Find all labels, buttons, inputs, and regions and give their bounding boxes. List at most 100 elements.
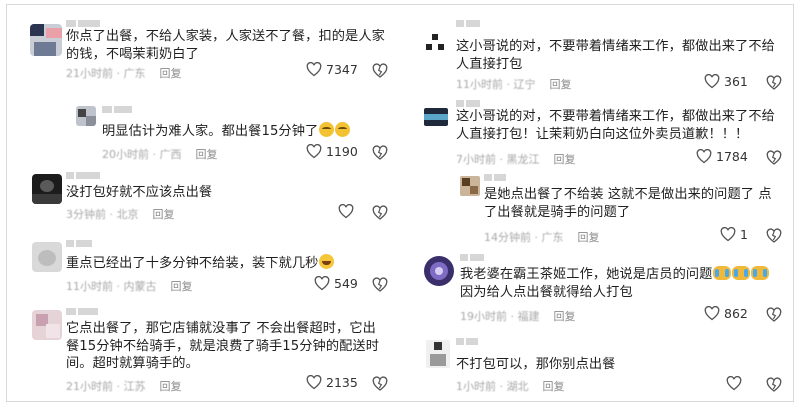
comment-item: 你点了出餐，不给人家装，人家送不了餐，扣的是人家 的钱，不喝茉莉奶白了 21小时前… [8, 18, 398, 98]
comment-text: 你点了出餐，不给人家装，人家送不了餐，扣的是人家 的钱，不喝茉莉奶白了 [66, 29, 385, 62]
like-button[interactable]: 1784 [696, 149, 748, 164]
comment-text: 这小哥说的对，不要带着情绪来工作，都做出来了不给 人直接打包！让茉莉奶白向这位外卖… [456, 109, 775, 142]
comment-time-location: 11小时前 · 内蒙古 [66, 280, 157, 293]
comment-text: 是她点出餐了不给装 这就不是做出来的问题了 点了出餐就是骑手的问题了 [484, 187, 772, 220]
avatar[interactable] [424, 256, 454, 286]
avatar[interactable] [32, 310, 62, 340]
heart-outline-icon [720, 227, 736, 242]
heart-outline-icon [338, 204, 354, 219]
crying-emoji-icon [751, 266, 770, 280]
username-redacted[interactable] [66, 20, 100, 28]
broken-heart-outline-icon[interactable] [766, 307, 782, 323]
comment-text: 重点已经出了十多分钟不给装，装下就几秒 [66, 254, 386, 273]
like-count: 1190 [326, 144, 358, 159]
reply-button[interactable]: 回复 [153, 206, 175, 222]
sweat-emoji-icon [319, 122, 335, 137]
like-count: 1784 [716, 149, 748, 164]
comment-text: 明显估计为难人家。都出餐15分钟了 [102, 122, 392, 141]
heart-outline-icon [314, 276, 330, 291]
avatar[interactable] [426, 340, 450, 368]
comment-time-location: 3分钟前 · 北京 [66, 208, 139, 221]
username-redacted[interactable] [66, 240, 92, 248]
heart-outline-icon [306, 375, 322, 390]
heart-outline-icon [704, 74, 720, 89]
reply-button[interactable]: 回复 [578, 229, 600, 245]
heart-outline-icon [306, 62, 322, 77]
broken-heart-outline-icon[interactable] [372, 205, 388, 221]
like-count: 1 [740, 227, 748, 242]
comment-item: 不打包可以，那你别点出餐 1小时前 · 湖北 回复 [404, 336, 794, 396]
reply-comment-item: 是她点出餐了不给装 这就不是做出来的问题了 点了出餐就是骑手的问题了 14分钟前… [404, 172, 794, 246]
username-redacted[interactable] [66, 172, 100, 180]
avatar[interactable] [460, 176, 480, 196]
avatar[interactable] [76, 106, 96, 126]
like-button[interactable]: 862 [704, 306, 748, 321]
reply-button[interactable]: 回复 [554, 151, 576, 167]
like-count: 2135 [326, 375, 358, 390]
crying-emoji-icon [713, 266, 732, 280]
username-redacted[interactable] [456, 20, 480, 28]
comment-item: 没打包好就不应该点出餐 3分钟前 · 北京 回复 [8, 170, 398, 226]
like-count: 549 [334, 276, 358, 291]
heart-outline-icon [696, 149, 712, 164]
comment-time-location: 21小时前 · 江苏 [66, 380, 146, 393]
comment-item: 这小哥说的对，不要带着情绪来工作，都做出来了不给 人直接打包！让茉莉奶白向这位外卖… [404, 100, 794, 170]
broken-heart-outline-icon[interactable] [766, 228, 782, 244]
avatar[interactable] [32, 242, 62, 272]
broken-heart-outline-icon[interactable] [372, 277, 388, 293]
avatar[interactable] [32, 174, 62, 204]
comment-time-location: 1小时前 · 湖北 [456, 380, 529, 393]
reply-button[interactable]: 回复 [543, 378, 565, 394]
avatar[interactable] [424, 32, 446, 54]
username-redacted[interactable] [66, 308, 98, 316]
like-button[interactable]: 1190 [306, 144, 358, 159]
reply-button[interactable]: 回复 [550, 76, 572, 92]
like-button[interactable]: 361 [704, 74, 748, 89]
avatar[interactable] [30, 24, 62, 56]
like-button[interactable]: 7347 [306, 62, 358, 77]
reply-button[interactable]: 回复 [160, 65, 182, 81]
like-button[interactable]: 2135 [306, 375, 358, 390]
comment-text: 没打包好就不应该点出餐 [66, 185, 213, 200]
username-redacted[interactable] [456, 100, 480, 108]
sweat-emoji-icon [335, 122, 351, 137]
comment-time-location: 19小时前 · 福建 [460, 310, 540, 323]
username-redacted[interactable] [456, 338, 478, 346]
comment-item: 重点已经出了十多分钟不给装，装下就几秒 11小时前 · 内蒙古 回复 549 [8, 240, 398, 298]
laughing-emoji-icon [319, 254, 335, 269]
comment-item: 这小哥说的对，不要带着情绪来工作，都做出来了不给 人直接打包 11小时前 · 辽宁… [404, 18, 794, 96]
like-count: 361 [724, 74, 748, 89]
broken-heart-outline-icon[interactable] [372, 63, 388, 79]
comment-item: 它点出餐了，那它店铺就没事了 不会出餐超时，它出 餐15分钟不给骑手，就是浪费了骑… [8, 308, 398, 396]
like-button[interactable]: 549 [314, 276, 358, 291]
like-button[interactable]: 1 [720, 227, 748, 242]
heart-outline-icon [704, 306, 720, 321]
reply-button[interactable]: 回复 [554, 308, 576, 324]
broken-heart-outline-icon[interactable] [766, 150, 782, 166]
like-count: 7347 [326, 62, 358, 77]
comment-item: 我老婆在霸王茶姬工作，她说是店员的问题 因为给人点出餐就得给人打包 19小时前 … [404, 252, 794, 330]
username-redacted[interactable] [102, 106, 132, 114]
reply-button[interactable]: 回复 [171, 278, 193, 294]
like-count: 862 [724, 306, 748, 321]
heart-outline-icon [726, 376, 742, 391]
username-redacted[interactable] [460, 254, 484, 262]
reply-button[interactable]: 回复 [196, 146, 218, 162]
username-redacted[interactable] [484, 174, 506, 182]
comment-time-location: 21小时前 · 广东 [66, 67, 146, 80]
broken-heart-outline-icon[interactable] [372, 145, 388, 161]
broken-heart-outline-icon[interactable] [372, 376, 388, 392]
right-comment-column: 这小哥说的对，不要带着情绪来工作，都做出来了不给 人直接打包 11小时前 · 辽宁… [404, 4, 794, 402]
left-comment-column: 你点了出餐，不给人家装，人家送不了餐，扣的是人家 的钱，不喝茉莉奶白了 21小时前… [8, 4, 398, 402]
like-button[interactable] [726, 376, 746, 391]
broken-heart-outline-icon[interactable] [766, 75, 782, 91]
reply-button[interactable]: 回复 [160, 378, 182, 394]
comment-text: 这小哥说的对，不要带着情绪来工作，都做出来了不给 人直接打包 [456, 39, 775, 72]
crying-emoji-icon [732, 266, 751, 280]
comment-time-location: 20小时前 · 广西 [102, 148, 182, 161]
comment-time-location: 7小时前 · 黑龙江 [456, 153, 540, 166]
comment-text: 它点出餐了，那它店铺就没事了 不会出餐超时，它出 餐15分钟不给骑手，就是浪费了骑… [66, 321, 379, 371]
avatar[interactable] [424, 108, 448, 126]
like-button[interactable] [338, 204, 358, 219]
broken-heart-outline-icon[interactable] [766, 377, 782, 393]
